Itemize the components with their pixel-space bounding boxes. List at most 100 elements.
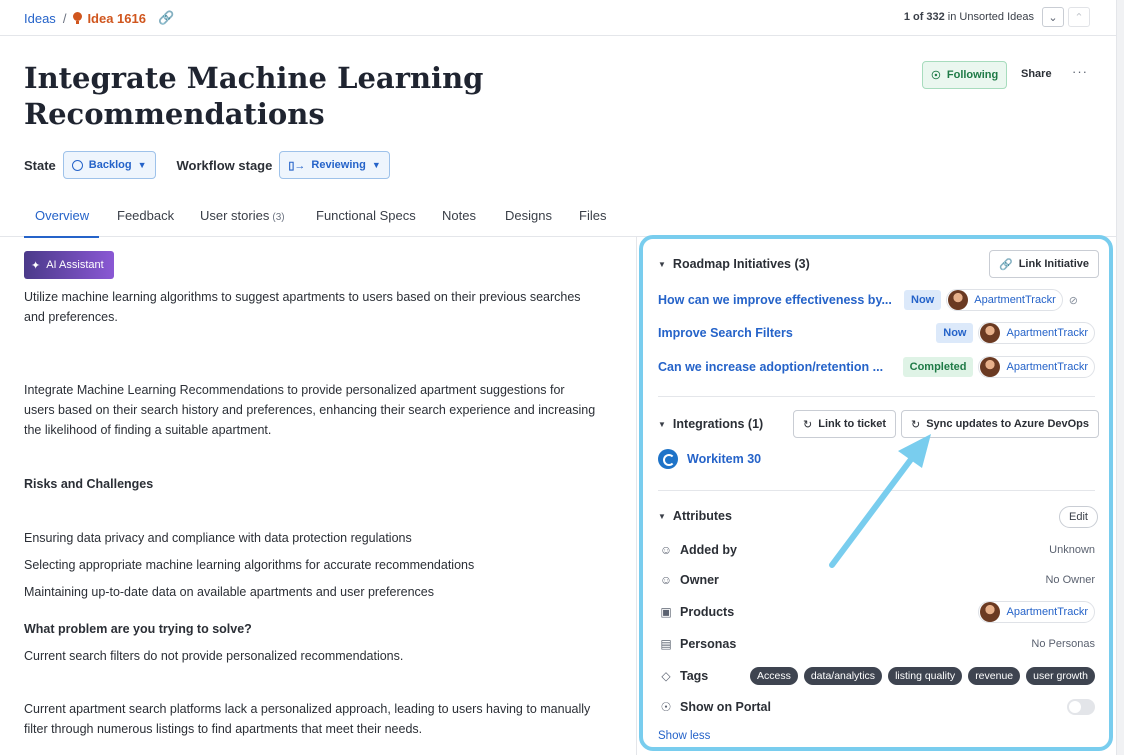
link-to-ticket-button[interactable]: ↻ Link to ticket <box>793 410 897 438</box>
product-chip[interactable]: ApartmentTrackr <box>946 289 1063 311</box>
product-chip[interactable]: ApartmentTrackr <box>978 322 1095 344</box>
copy-link-icon[interactable]: 🔗 <box>158 10 174 26</box>
attribute-value: No Personas <box>1031 638 1095 650</box>
integrations-heading: Integrations (1) <box>672 417 764 431</box>
state-row: State Backlog ▼ Workflow stage ▯→ Review… <box>24 151 390 179</box>
tag-chip[interactable]: revenue <box>968 667 1021 685</box>
link-to-ticket-label: Link to ticket <box>818 418 887 430</box>
description-line: and preferences. <box>24 310 118 324</box>
pager-context: in Unsorted Ideas <box>947 11 1034 23</box>
problem-text: Current search filters do not provide pe… <box>24 649 404 663</box>
attributes-section-toggle[interactable]: ▼ Attributes <box>658 509 732 523</box>
triangle-down-icon: ▼ <box>658 259 666 269</box>
avatar <box>948 290 969 310</box>
breadcrumb-ideas-link[interactable]: Ideas <box>24 11 56 26</box>
tag-chip[interactable]: Access <box>750 667 798 685</box>
show-less-link[interactable]: Show less <box>658 730 710 742</box>
tab-functional-specs[interactable]: Functional Specs <box>316 208 416 237</box>
tab-label: Notes <box>442 208 476 223</box>
record-pager: 1 of 332 in Unsorted Ideas ⌄ ⌃ <box>904 7 1090 27</box>
user-circle-icon: ☺ <box>659 543 673 557</box>
next-record-button[interactable]: ⌄ <box>1042 7 1064 27</box>
sync-azure-devops-button[interactable]: ↻ Sync updates to Azure DevOps <box>901 410 1100 438</box>
status-badge: Now <box>936 323 974 343</box>
circle-status-icon <box>71 159 83 171</box>
integrations-section-toggle[interactable]: ▼ Integrations (1) <box>658 417 763 431</box>
tab-label: Feedback <box>117 208 175 223</box>
workflow-stage-label: Workflow stage <box>176 157 273 173</box>
breadcrumb-separator: / <box>62 10 67 26</box>
tab-label: Functional Specs <box>316 208 416 223</box>
problem-text: Current apartment search platforms lack … <box>24 702 591 716</box>
tab-label: Overview <box>35 208 90 223</box>
tag-chip[interactable]: listing quality <box>888 667 963 685</box>
more-options-button[interactable]: ··· <box>1072 64 1088 79</box>
share-button[interactable]: Share <box>1021 68 1052 80</box>
edit-attributes-button[interactable]: Edit <box>1059 506 1098 528</box>
following-label: Following <box>946 69 999 81</box>
product-chip[interactable]: ApartmentTrackr <box>978 356 1095 378</box>
sparkle-icon: ✦ <box>31 259 41 272</box>
breadcrumb: Ideas / Idea 1616 🔗 <box>24 10 174 26</box>
ai-assistant-label: AI Assistant <box>46 259 104 271</box>
risk-item: Selecting appropriate machine learning a… <box>24 558 475 572</box>
unlink-icon[interactable]: ⊘ <box>1069 294 1078 307</box>
workitem-label: Workitem 30 <box>687 452 762 466</box>
roadmap-heading: Roadmap Initiatives (3) <box>672 257 810 271</box>
status-badge: Now <box>904 290 942 310</box>
attribute-tags[interactable]: ◇ Tags Access data/analytics listing qua… <box>658 665 1095 687</box>
tag-icon: ◇ <box>661 669 671 683</box>
product-chip[interactable]: ApartmentTrackr <box>978 601 1095 623</box>
tab-count: (3) <box>272 212 285 223</box>
tab-files[interactable]: Files <box>579 208 606 237</box>
initiative-title-link[interactable]: How can we improve effectiveness by... <box>658 293 900 307</box>
state-label: State <box>24 157 56 173</box>
initiative-title-link[interactable]: Improve Search Filters <box>658 326 926 340</box>
triangle-down-icon: ▼ <box>658 511 666 521</box>
avatar <box>980 602 1001 622</box>
tag-chip[interactable]: user growth <box>1026 667 1095 685</box>
tab-label: User stories <box>200 208 270 223</box>
attribute-label: Show on Portal <box>680 700 771 714</box>
eye-icon: ☉ <box>660 700 672 714</box>
attribute-label: Personas <box>680 637 737 651</box>
tag-chip[interactable]: data/analytics <box>803 667 883 685</box>
tab-bar: Overview Feedback User stories (3) Functi… <box>0 208 1116 238</box>
initiative-row: Improve Search Filters Now ApartmentTrac… <box>658 321 1095 345</box>
attribute-label: Added by <box>680 543 737 557</box>
avatar <box>980 323 1001 343</box>
sync-icon: ↻ <box>911 418 921 431</box>
show-on-portal-toggle[interactable] <box>1067 699 1095 715</box>
id-card-icon: ▤ <box>660 637 672 651</box>
attribute-owner[interactable]: ☺ Owner No Owner <box>658 569 1095 591</box>
description-line: users based on their search history and … <box>24 403 596 417</box>
workflow-stage-select[interactable]: ▯→ Reviewing ▼ <box>279 151 390 179</box>
page-scrollbar[interactable] <box>1116 0 1124 755</box>
pager-position: 1 of 332 <box>903 11 945 23</box>
tab-notes[interactable]: Notes <box>442 208 476 237</box>
link-initiative-button[interactable]: 🔗 Link Initiative <box>989 250 1099 278</box>
previous-record-button[interactable]: ⌃ <box>1068 7 1090 27</box>
following-button[interactable]: ☉ Following <box>922 61 1008 89</box>
roadmap-section-toggle[interactable]: ▼ Roadmap Initiatives (3) <box>658 257 810 271</box>
tab-feedback[interactable]: Feedback <box>117 208 174 237</box>
product-box-icon: ▣ <box>660 605 672 619</box>
product-name: ApartmentTrackr <box>974 294 1056 306</box>
tab-designs[interactable]: Designs <box>505 208 552 237</box>
section-divider <box>658 396 1095 397</box>
triangle-down-icon: ▼ <box>658 419 666 429</box>
sync-icon: ↻ <box>803 418 813 431</box>
risk-item: Maintaining up-to-date data on available… <box>24 585 434 599</box>
attribute-personas[interactable]: ▤ Personas No Personas <box>658 633 1095 655</box>
attribute-products[interactable]: ▣ Products ApartmentTrackr <box>658 601 1095 623</box>
initiative-title-link[interactable]: Can we increase adoption/retention ... <box>658 360 890 374</box>
tab-label: Files <box>579 208 607 223</box>
tab-overview[interactable]: Overview <box>23 208 100 238</box>
ai-assistant-button[interactable]: ✦ AI Assistant <box>24 251 114 279</box>
tab-user-stories[interactable]: User stories (3) <box>200 208 285 237</box>
workitem-link[interactable]: Workitem 30 <box>658 449 761 469</box>
attribute-added-by: ☺ Added by Unknown <box>658 539 1095 561</box>
state-select[interactable]: Backlog ▼ <box>62 151 156 179</box>
link-icon: 🔗 <box>999 258 1013 271</box>
breadcrumb-idea-id: Idea 1616 <box>87 10 146 26</box>
